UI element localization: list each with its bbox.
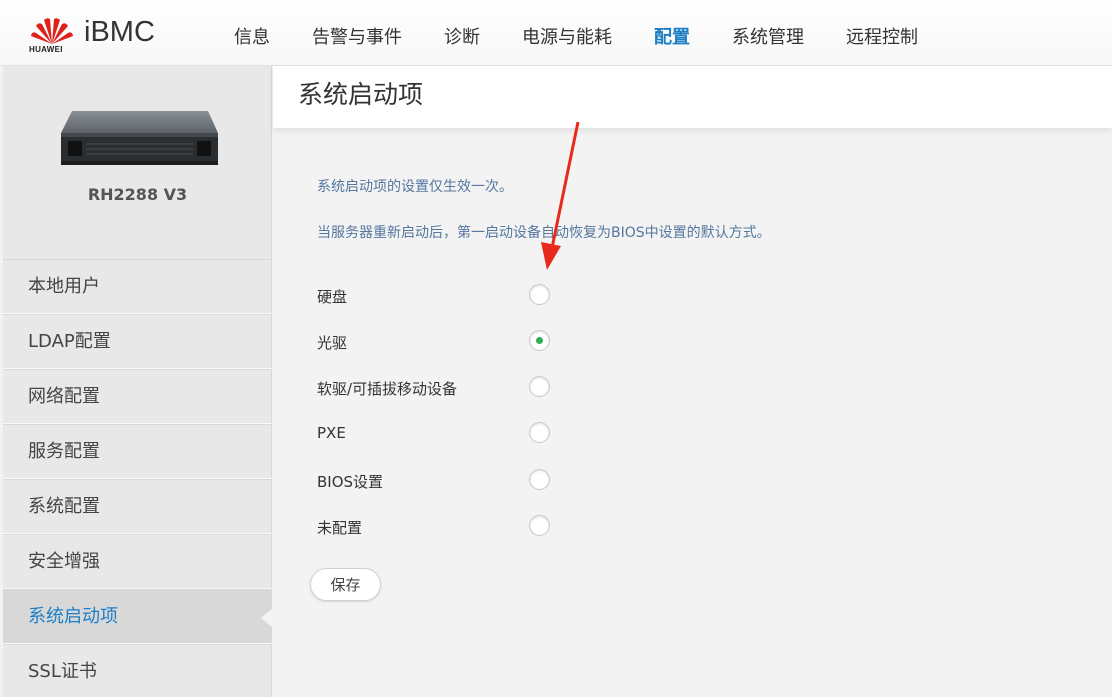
sidebar-item-0[interactable]: 本地用户: [3, 259, 272, 314]
sidebar-item-3[interactable]: 服务配置: [3, 424, 272, 479]
sidebar-item-1[interactable]: LDAP配置: [3, 314, 272, 369]
boot-option-radio[interactable]: [529, 330, 550, 351]
boot-option-radio[interactable]: [529, 422, 550, 443]
save-button[interactable]: 保存: [310, 568, 381, 601]
main-nav: 信息 告警与事件 诊断 电源与能耗 配置 系统管理 远程控制: [234, 23, 960, 49]
nav-item-5[interactable]: 系统管理: [732, 23, 804, 49]
sidebar-menu: 本地用户 LDAP配置 网络配置 服务配置 系统配置 安全增强 系统启动项 SSL证书: [3, 259, 273, 697]
nav-item-2[interactable]: 诊断: [444, 23, 480, 49]
boot-option-label: BIOS设置: [317, 473, 384, 491]
note-restore: 当服务器重新启动后，第一启动设备自动恢复为BIOS中设置的默认方式。: [317, 225, 771, 241]
sidebar-item-6[interactable]: 系统启动项: [3, 589, 273, 644]
boot-option-radio[interactable]: [529, 469, 550, 490]
sidebar-item-4[interactable]: 系统配置: [3, 479, 272, 534]
boot-option-label: 软驱/可插拔移动设备: [317, 380, 458, 398]
sidebar-item-7[interactable]: SSL证书: [3, 644, 272, 697]
boot-option-row: 硬盘: [317, 280, 617, 310]
nav-item-3[interactable]: 电源与能耗: [522, 23, 612, 49]
boot-option-row: 光驱: [317, 326, 617, 356]
boot-option-row: 软驱/可插拔移动设备: [317, 372, 617, 402]
sidebar-item-5[interactable]: 安全增强: [3, 534, 272, 589]
boot-option-label: PXE: [317, 424, 346, 442]
server-image: [61, 111, 218, 165]
page-title: 系统启动项: [298, 80, 424, 109]
brand-text: HUAWEI: [29, 45, 63, 54]
nav-item-6[interactable]: 远程控制: [846, 23, 918, 49]
main-content: 系统启动项 系统启动项的设置仅生效一次。 当服务器重新启动后，第一启动设备自动恢…: [273, 66, 1112, 697]
top-header: HUAWEI iBMC 信息 告警与事件 诊断 电源与能耗 配置 系统管理 远程控制: [0, 0, 1112, 66]
server-model: RH2288 V3: [87, 185, 188, 204]
boot-option-radio[interactable]: [529, 376, 550, 397]
boot-option-row: PXE: [317, 418, 617, 448]
boot-option-label: 硬盘: [317, 288, 348, 306]
boot-option-radio[interactable]: [529, 284, 550, 305]
nav-item-1[interactable]: 告警与事件: [312, 23, 402, 49]
nav-item-4[interactable]: 配置: [654, 23, 690, 49]
product-name: iBMC: [84, 16, 155, 48]
boot-option-row: 未配置: [317, 511, 617, 541]
boot-option-radio[interactable]: [529, 515, 550, 536]
page-title-bar: 系统启动项: [273, 66, 1112, 128]
sidebar-item-2[interactable]: 网络配置: [3, 369, 272, 424]
boot-option-label: 未配置: [317, 519, 363, 537]
note-once: 系统启动项的设置仅生效一次。: [317, 179, 513, 195]
boot-option-row: BIOS设置: [317, 465, 617, 495]
nav-item-0[interactable]: 信息: [234, 23, 270, 49]
sidebar: RH2288 V3 本地用户 LDAP配置 网络配置 服务配置 系统配置 安全增强 系统启动…: [3, 66, 273, 697]
boot-option-label: 光驱: [317, 334, 348, 352]
server-info: RH2288 V3: [3, 66, 272, 259]
